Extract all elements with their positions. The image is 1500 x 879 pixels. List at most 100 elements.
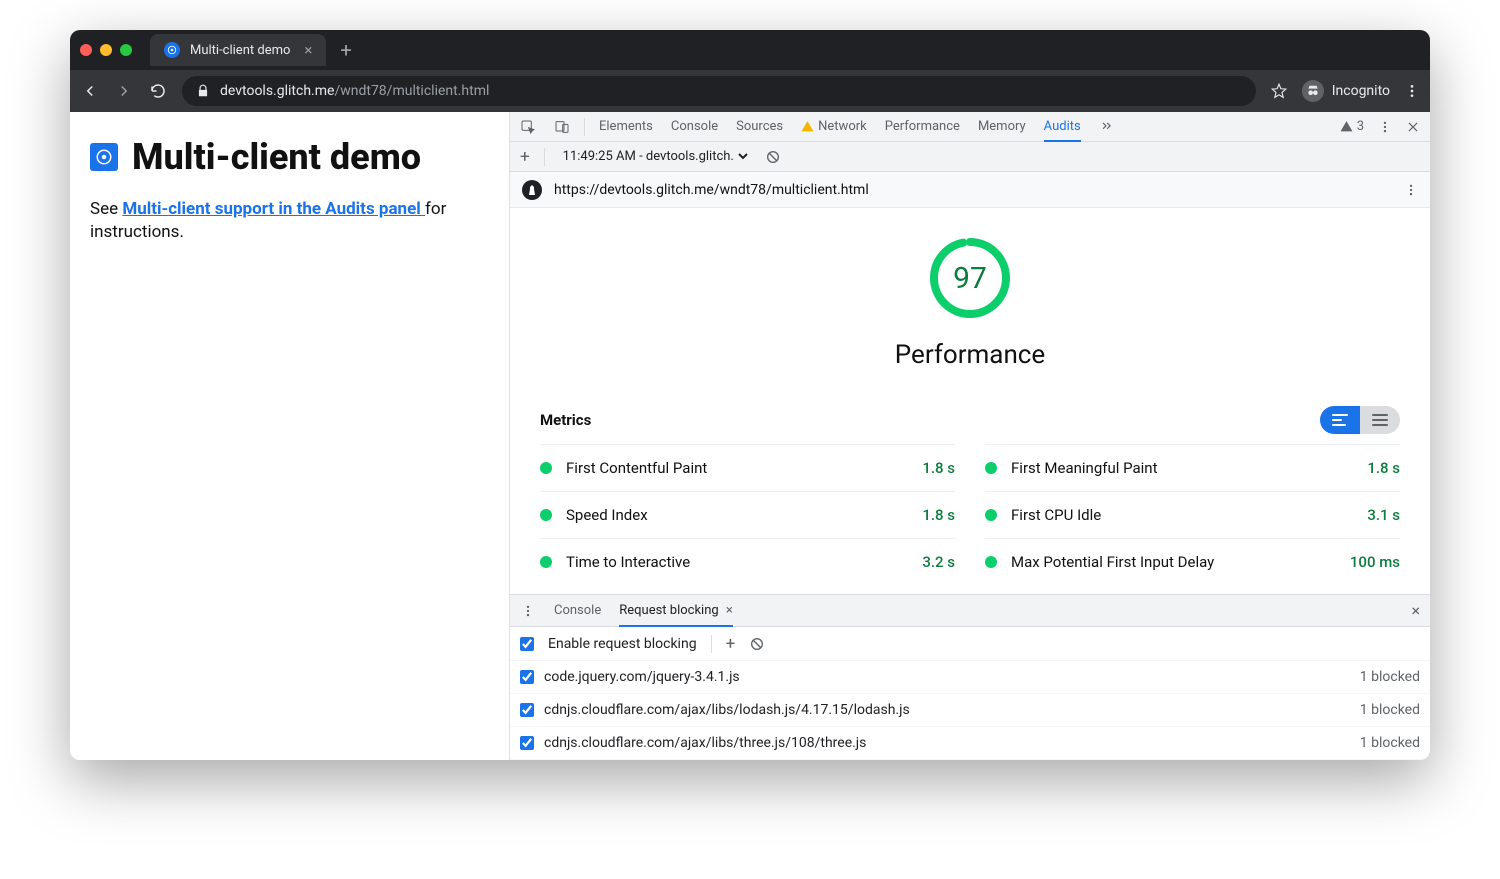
docs-link[interactable]: Multi-client support in the Audits panel (122, 199, 425, 219)
drawer-tab-console[interactable]: Console (554, 603, 601, 618)
page-title: Multi-client demo (132, 136, 421, 178)
clear-patterns-icon[interactable] (749, 636, 765, 652)
incognito-label: Incognito (1332, 83, 1390, 99)
status-dot-icon (540, 462, 552, 474)
tab-network[interactable]: Network (801, 119, 867, 134)
close-drawer-icon[interactable]: × (1411, 601, 1420, 620)
new-tab-button[interactable]: + (340, 38, 351, 62)
toggle-expanded-icon[interactable] (1360, 406, 1400, 434)
browser-menu-icon[interactable] (1404, 83, 1420, 99)
drawer-menu-icon[interactable] (520, 604, 536, 618)
devtools-panel: Elements Console Sources Network Perform… (510, 112, 1430, 760)
audits-toolbar: + 11:49:25 AM - devtools.glitch. (510, 142, 1430, 172)
metric-name: Time to Interactive (566, 553, 690, 571)
close-tab-icon[interactable]: × (304, 41, 312, 59)
url-host: devtools.glitch.me (220, 83, 334, 99)
close-window-button[interactable] (80, 44, 92, 56)
back-button[interactable] (80, 81, 100, 101)
pattern-text: code.jquery.com/jquery-3.4.1.js (544, 669, 740, 685)
metric-row: First Meaningful Paint 1.8 s (985, 444, 1400, 491)
new-audit-button[interactable]: + (520, 147, 530, 167)
add-pattern-icon[interactable]: + (726, 634, 736, 654)
tab-console[interactable]: Console (671, 119, 718, 134)
status-dot-icon (540, 556, 552, 568)
tab-sources[interactable]: Sources (736, 119, 783, 134)
audit-run-select[interactable]: 11:49:25 AM - devtools.glitch. (559, 148, 751, 165)
separator (584, 118, 585, 136)
tab-performance[interactable]: Performance (885, 119, 960, 134)
enable-blocking-checkbox[interactable] (520, 637, 534, 651)
forward-button[interactable] (114, 81, 134, 101)
see-prefix: See (90, 199, 122, 219)
pattern-checkbox[interactable] (520, 670, 534, 684)
device-toggle-icon[interactable] (554, 119, 570, 135)
gauge-label: Performance (895, 340, 1045, 370)
close-devtools-icon[interactable] (1406, 120, 1420, 134)
devtools-menu-icon[interactable] (1378, 120, 1392, 134)
enable-blocking-label: Enable request blocking (548, 636, 697, 652)
warning-count: 3 (1357, 119, 1364, 134)
tab-audits[interactable]: Audits (1044, 119, 1081, 142)
metrics-view-toggle[interactable] (1320, 406, 1400, 434)
inspect-icon[interactable] (520, 119, 536, 135)
devtools-tabs: Elements Console Sources Network Perform… (510, 112, 1430, 142)
clear-audits-icon[interactable] (765, 149, 781, 165)
metrics-grid: First Contentful Paint 1.8 s First Meani… (540, 444, 1400, 585)
metric-value: 1.8 s (922, 506, 955, 524)
more-tabs-icon[interactable] (1099, 120, 1113, 134)
blocked-pattern-row: cdnjs.cloudflare.com/ajax/libs/three.js/… (510, 727, 1430, 760)
blocked-pattern-row: code.jquery.com/jquery-3.4.1.js 1 blocke… (510, 661, 1430, 694)
tab-network-label: Network (818, 119, 867, 134)
page-description: See Multi-client support in the Audits p… (90, 198, 489, 244)
metric-value: 1.8 s (1367, 459, 1400, 477)
content-area: Multi-client demo See Multi-client suppo… (70, 112, 1430, 760)
blocked-count: 1 blocked (1360, 735, 1420, 751)
window-controls (80, 44, 132, 56)
lock-icon (196, 84, 210, 98)
audit-url: https://devtools.glitch.me/wndt78/multic… (554, 182, 869, 198)
pattern-checkbox[interactable] (520, 703, 534, 717)
tab-strip: Multi-client demo × + (70, 30, 1430, 70)
page-content: Multi-client demo See Multi-client suppo… (70, 112, 510, 760)
bookmark-icon[interactable] (1270, 82, 1288, 100)
toggle-compact-icon[interactable] (1320, 406, 1360, 434)
metric-name: Max Potential First Input Delay (1011, 553, 1214, 571)
browser-tab[interactable]: Multi-client demo × (150, 34, 326, 66)
gauge-icon: 97 (928, 236, 1012, 320)
metric-row: First CPU Idle 3.1 s (985, 491, 1400, 538)
audit-more-icon[interactable] (1404, 183, 1418, 197)
request-blocking-toolbar: Enable request blocking + (510, 627, 1430, 661)
reload-button[interactable] (148, 81, 168, 101)
url-path: /wndt78/multiclient.html (334, 83, 489, 99)
metrics-header: Metrics (540, 406, 1400, 434)
blocked-count: 1 blocked (1360, 702, 1420, 718)
devtools-drawer: Console Request blocking × × Enable requ… (510, 594, 1430, 760)
metric-row: First Contentful Paint 1.8 s (540, 444, 955, 491)
separator (544, 148, 545, 166)
blocked-pattern-row: cdnjs.cloudflare.com/ajax/libs/lodash.js… (510, 694, 1430, 727)
close-tab-icon[interactable]: × (726, 603, 733, 618)
devtools-logo-icon (90, 143, 118, 171)
warning-badge[interactable]: 3 (1340, 119, 1364, 134)
tab-elements[interactable]: Elements (599, 119, 653, 134)
minimize-window-button[interactable] (100, 44, 112, 56)
metrics-heading: Metrics (540, 411, 591, 429)
omnibox[interactable]: devtools.glitch.me/wndt78/multiclient.ht… (182, 76, 1256, 106)
maximize-window-button[interactable] (120, 44, 132, 56)
pattern-checkbox[interactable] (520, 736, 534, 750)
tab-favicon (164, 42, 180, 58)
gauge-score: 97 (928, 236, 1012, 320)
metric-name: First Contentful Paint (566, 459, 707, 477)
incognito-indicator[interactable]: Incognito (1302, 80, 1390, 102)
metric-value: 1.8 s (922, 459, 955, 477)
pattern-text: cdnjs.cloudflare.com/ajax/libs/lodash.js… (544, 702, 910, 718)
blocked-count: 1 blocked (1360, 669, 1420, 685)
status-dot-icon (985, 509, 997, 521)
metric-row: Max Potential First Input Delay 100 ms (985, 538, 1400, 585)
tab-title: Multi-client demo (190, 43, 290, 58)
drawer-tab-request-blocking[interactable]: Request blocking × (619, 603, 733, 627)
lighthouse-icon (522, 180, 542, 200)
pattern-text: cdnjs.cloudflare.com/ajax/libs/three.js/… (544, 735, 866, 751)
tab-memory[interactable]: Memory (978, 119, 1026, 134)
browser-window: Multi-client demo × + devtools.glitch.me… (70, 30, 1430, 760)
